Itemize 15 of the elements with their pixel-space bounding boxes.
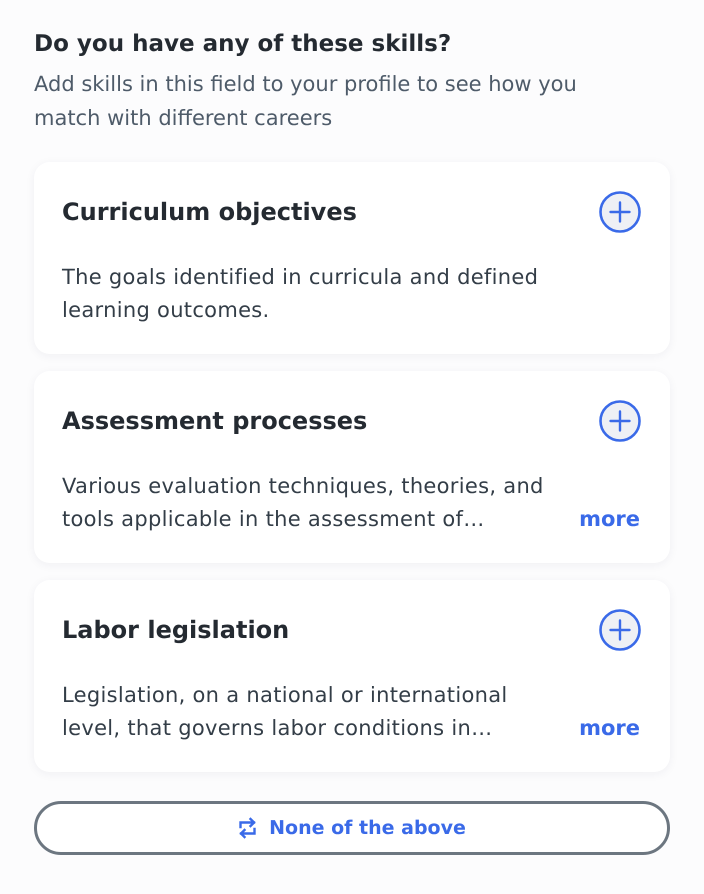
none-of-the-above-button[interactable]: None of the above (34, 801, 670, 855)
add-icon[interactable] (599, 191, 641, 233)
add-icon[interactable] (599, 400, 641, 442)
skill-description: Legislation, on a national or international level, that governs labor conditions in… (62, 682, 509, 742)
more-link[interactable]: more (579, 712, 640, 745)
section-description: Add skills in this field to your profile to see how you match with different careers (34, 71, 578, 132)
skill-description: Various evaluation techniques, theories, and tools applicable in the assessment of… (62, 473, 545, 533)
swap-arrows-icon (238, 817, 258, 839)
skill-name: Assessment processes (62, 406, 368, 437)
skill-description: The goals identified in curricula and defined learning outcomes. (62, 264, 540, 324)
add-icon[interactable] (599, 609, 641, 651)
more-link[interactable]: more (579, 503, 640, 536)
section-heading: Do you have any of these skills? (34, 30, 452, 59)
skill-name: Labor legislation (62, 615, 290, 646)
skill-name: Curriculum objectives (62, 197, 357, 228)
